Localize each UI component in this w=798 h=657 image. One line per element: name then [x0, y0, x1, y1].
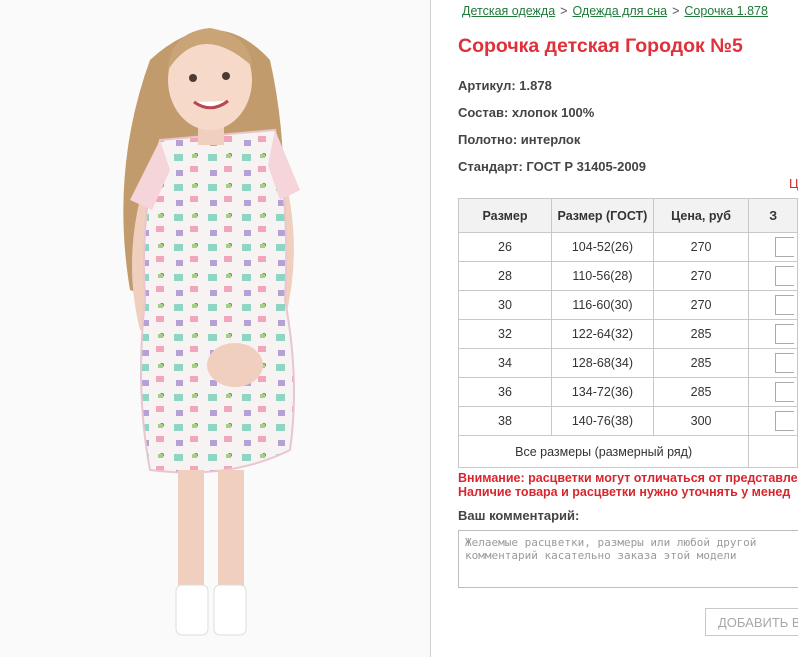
- color-warning: Внимание: расцветки могут отличаться от …: [458, 471, 798, 499]
- price-cell: 285: [652, 319, 750, 349]
- quantity-cell: [748, 406, 798, 436]
- product-title: Сорочка детская Городок №5: [458, 35, 743, 57]
- breadcrumb-link-kids-clothing[interactable]: Детская одежда: [462, 4, 555, 18]
- table-row: 34 128-68(34) 285: [458, 348, 798, 378]
- spec-article: Артикул: 1.878: [458, 78, 552, 93]
- column-header-size: Размер: [458, 198, 552, 233]
- size-cell: 32: [458, 319, 552, 349]
- column-header-gost-size: Размер (ГОСТ): [551, 198, 654, 233]
- price-cell: 270: [652, 290, 750, 320]
- quantity-cell: [748, 435, 798, 468]
- quantity-input[interactable]: [774, 237, 794, 257]
- breadcrumb-separator: >: [560, 4, 568, 18]
- quantity-input[interactable]: [774, 324, 794, 344]
- gost-size-cell: 116-60(30): [551, 290, 654, 320]
- table-row: 26 104-52(26) 270: [458, 232, 798, 262]
- cutoff-red-text: Ц: [789, 176, 798, 191]
- size-cell: 30: [458, 290, 552, 320]
- warning-line: Внимание: расцветки могут отличаться от …: [458, 471, 798, 485]
- gost-size-cell: 140-76(38): [551, 406, 654, 436]
- table-row-all-sizes: Все размеры (размерный ряд): [457, 435, 798, 468]
- table-row: 28 110-56(28) 270: [458, 261, 798, 291]
- quantity-input[interactable]: [774, 382, 794, 402]
- comment-textarea[interactable]: [458, 530, 798, 588]
- breadcrumb-separator: >: [672, 4, 680, 18]
- size-cell: 26: [458, 232, 552, 262]
- quantity-cell: [748, 261, 798, 291]
- quantity-input[interactable]: [774, 295, 794, 315]
- size-price-table: Размер Размер (ГОСТ) Цена, руб З 26 104-…: [457, 198, 798, 468]
- gost-size-cell: 110-56(28): [551, 261, 654, 291]
- add-to-cart-button[interactable]: ДОБАВИТЬ В: [705, 608, 798, 636]
- quantity-cell: [748, 232, 798, 262]
- gost-size-cell: 104-52(26): [551, 232, 654, 262]
- quantity-cell: [748, 348, 798, 378]
- gost-size-cell: 122-64(32): [551, 319, 654, 349]
- price-cell: 285: [652, 348, 750, 378]
- comment-label: Ваш комментарий:: [458, 508, 580, 523]
- size-cell: 38: [458, 406, 552, 436]
- size-cell: 34: [458, 348, 552, 378]
- warning-line: Наличие товара и расцветки нужно уточнят…: [458, 485, 791, 499]
- table-header-row: Размер Размер (ГОСТ) Цена, руб З: [458, 198, 798, 233]
- size-cell: 36: [458, 377, 552, 407]
- price-cell: 270: [652, 261, 750, 291]
- quantity-cell: [748, 377, 798, 407]
- quantity-input[interactable]: [774, 266, 794, 286]
- spec-fabric: Полотно: интерлок: [458, 132, 581, 147]
- table-row: 36 134-72(36) 285: [458, 377, 798, 407]
- table-row: 32 122-64(32) 285: [458, 319, 798, 349]
- breadcrumb-link-current-product[interactable]: Сорочка 1.878: [684, 4, 768, 18]
- table-row: 30 116-60(30) 270: [458, 290, 798, 320]
- girl-in-nightgown-illustration: [123, 28, 300, 636]
- price-cell: 270: [652, 232, 750, 262]
- column-header-price: Цена, руб: [652, 198, 750, 233]
- breadcrumb-link-sleepwear[interactable]: Одежда для сна: [572, 4, 667, 18]
- gost-size-cell: 134-72(36): [551, 377, 654, 407]
- product-photo[interactable]: [0, 0, 431, 657]
- gost-size-cell: 128-68(34): [551, 348, 654, 378]
- column-header-order: З: [748, 198, 798, 233]
- quantity-cell: [748, 319, 798, 349]
- quantity-cell: [748, 290, 798, 320]
- spec-standard: Стандарт: ГОСТ Р 31405-2009: [458, 159, 647, 174]
- size-cell: 28: [458, 261, 552, 291]
- quantity-input[interactable]: [774, 353, 794, 373]
- quantity-input[interactable]: [774, 411, 794, 431]
- price-cell: 300: [652, 406, 750, 436]
- all-sizes-label: Все размеры (размерный ряд): [457, 435, 750, 468]
- spec-composition: Состав: хлопок 100%: [458, 105, 595, 120]
- table-row: 38 140-76(38) 300: [458, 406, 798, 436]
- price-cell: 285: [652, 377, 750, 407]
- breadcrumb: Детская одежда > Одежда для сна > Сорочка 1.…: [462, 4, 768, 18]
